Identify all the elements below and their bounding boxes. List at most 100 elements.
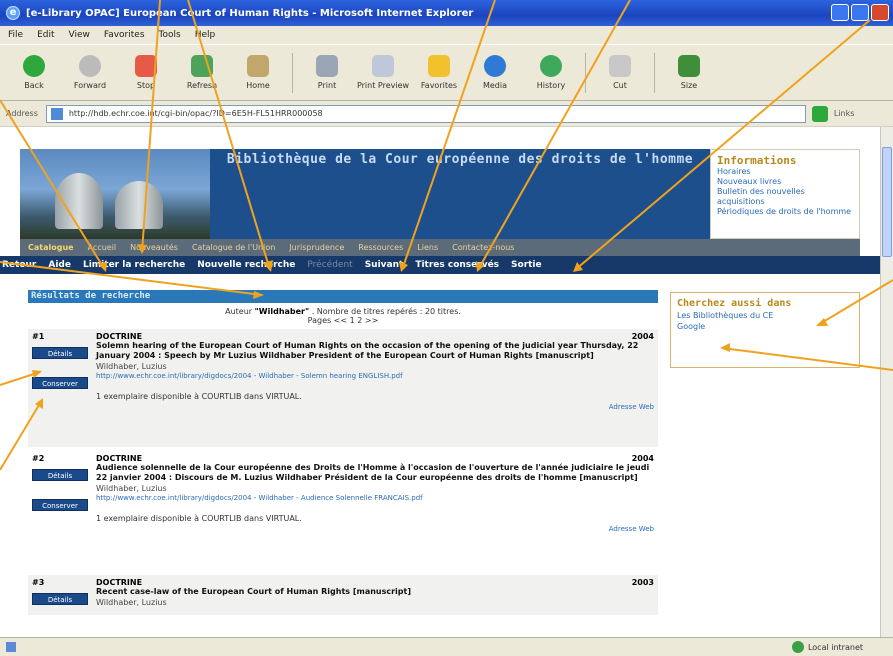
nav-contact[interactable]: Contactez-nous	[452, 243, 514, 252]
favorites-button[interactable]: Favorites	[411, 48, 467, 98]
refresh-button[interactable]: Refresh	[174, 48, 230, 98]
home-label: Home	[246, 81, 270, 90]
results-heading: Résultats de recherche	[28, 290, 658, 303]
address-input[interactable]: http://hdb.echr.coe.int/cgi-bin/opac/?ID…	[45, 104, 806, 123]
forward-arrow-icon	[79, 55, 101, 77]
summary-suffix: . Nombre de titres repérés : 20 titres.	[311, 307, 461, 316]
info-link-horaires[interactable]: Horaires	[717, 167, 853, 177]
summary-prefix: Auteur	[225, 307, 253, 316]
details-button[interactable]: Détails	[32, 347, 88, 359]
nav-precedent[interactable]: Précédent	[307, 260, 352, 270]
home-button[interactable]: Home	[230, 48, 286, 98]
record-availability: 1 exemplaire disponible à COURTLIB dans …	[96, 392, 302, 401]
nav-sortie[interactable]: Sortie	[511, 260, 542, 270]
tower-shape	[115, 181, 163, 229]
address-label: Address	[6, 109, 38, 118]
result-record: #2 DOCTRINE 2004 Détails Conserver Audie…	[28, 451, 658, 571]
record-year: 2004	[631, 332, 654, 341]
menu-help[interactable]: Help	[195, 30, 216, 40]
nav-ressources[interactable]: Ressources	[358, 243, 403, 252]
nav-limiter[interactable]: Limiter la recherche	[83, 260, 185, 270]
result-record: #1 DOCTRINE 2004 Détails Conserver Solem…	[28, 329, 658, 447]
size-button[interactable]: Size	[661, 48, 717, 98]
maximize-button[interactable]	[851, 4, 869, 21]
nav-retour[interactable]: Retour	[2, 260, 36, 270]
print-preview-button[interactable]: Print Preview	[355, 48, 411, 98]
text-size-icon	[678, 55, 700, 77]
security-zone: Local intranet	[791, 641, 863, 653]
forward-button[interactable]: Forward	[62, 48, 118, 98]
media-button[interactable]: Media	[467, 48, 523, 98]
coe-libraries-link[interactable]: Les Bibliothèques du CE	[677, 311, 853, 320]
record-url-link[interactable]: http://www.echr.coe.int/library/digdocs/…	[96, 494, 654, 502]
nav-union-catalogue[interactable]: Catalogue de l'Union	[192, 243, 275, 252]
nav-titres-conserves[interactable]: Titres conservés	[415, 260, 499, 270]
details-button[interactable]: Détails	[32, 593, 88, 605]
record-year: 2004	[631, 454, 654, 463]
info-link-bulletin[interactable]: Bulletin des nouvelles acquisitions	[717, 187, 853, 207]
web-address-link[interactable]: Adresse Web	[96, 403, 654, 411]
minimize-button[interactable]	[831, 4, 849, 21]
links-label[interactable]: Links	[834, 109, 855, 118]
stop-label: Stop	[136, 81, 156, 90]
primary-nav: Catalogue Accueil Nouveautés Catalogue d…	[20, 239, 860, 256]
tower-shape	[55, 173, 103, 229]
nav-accueil[interactable]: Accueil	[88, 243, 117, 252]
nav-liens[interactable]: Liens	[417, 243, 438, 252]
record-title[interactable]: Audience solennelle de la Cour européenn…	[96, 463, 654, 483]
back-label: Back	[24, 81, 44, 90]
record-type: DOCTRINE	[96, 454, 143, 463]
stop-icon	[135, 55, 157, 77]
cut-button[interactable]: Cut	[592, 48, 648, 98]
print-button[interactable]: Print	[299, 48, 355, 98]
record-year: 2003	[631, 578, 654, 587]
conserver-button[interactable]: Conserver	[32, 377, 88, 389]
record-title[interactable]: Solemn hearing of the European Court of …	[96, 341, 654, 361]
print-preview-label: Print Preview	[356, 81, 410, 90]
google-link[interactable]: Google	[677, 322, 853, 331]
print-preview-icon	[372, 55, 394, 77]
menu-edit[interactable]: Edit	[37, 30, 54, 40]
history-icon	[540, 55, 562, 77]
cut-label: Cut	[613, 81, 627, 90]
stop-button[interactable]: Stop	[118, 48, 174, 98]
record-url-link[interactable]: http://www.echr.coe.int/library/digdocs/…	[96, 372, 654, 380]
info-link-new-books[interactable]: Nouveaux livres	[717, 177, 853, 187]
summary-query: "Wildhaber"	[254, 307, 310, 316]
nav-suivant[interactable]: Suivant	[365, 260, 404, 270]
nav-nouvelle-recherche[interactable]: Nouvelle recherche	[197, 260, 295, 270]
web-address-link[interactable]: Adresse Web	[96, 525, 654, 533]
site-title: Bibliothèque de la Cour européenne des d…	[226, 152, 694, 167]
menu-bar: File Edit View Favorites Tools Help	[0, 26, 893, 44]
zone-label: Local intranet	[807, 642, 863, 652]
back-button[interactable]: Back	[6, 48, 62, 98]
menu-favorites[interactable]: Favorites	[104, 30, 145, 40]
back-arrow-icon	[23, 55, 45, 77]
results-summary: Auteur "Wildhaber" . Nombre de titres re…	[28, 307, 658, 316]
nav-jurisprudence[interactable]: Jurisprudence	[289, 243, 344, 252]
nav-aide[interactable]: Aide	[48, 260, 71, 270]
home-icon	[247, 55, 269, 77]
browser-toolbar: Back Forward Stop Refresh Home Print Pri…	[0, 44, 893, 100]
record-author: Wildhaber, Luzius	[96, 484, 167, 493]
scrollbar-thumb[interactable]	[882, 147, 892, 257]
vertical-scrollbar[interactable]	[880, 127, 893, 637]
history-button[interactable]: History	[523, 48, 579, 98]
nav-catalogue[interactable]: Catalogue	[28, 243, 74, 252]
close-button[interactable]	[871, 4, 889, 21]
record-availability: 1 exemplaire disponible à COURTLIB dans …	[96, 514, 302, 523]
info-link-periodicals[interactable]: Périodiques de droits de l'homme	[717, 207, 853, 217]
details-button[interactable]: Détails	[32, 469, 88, 481]
search-nav: Retour Aide Limiter la recherche Nouvell…	[0, 256, 880, 274]
record-type: DOCTRINE	[96, 578, 143, 587]
pagination[interactable]: Pages << 1 2 >>	[28, 316, 658, 325]
page-viewport: Bibliothèque de la Cour européenne des d…	[0, 127, 880, 637]
menu-tools[interactable]: Tools	[159, 30, 181, 40]
window-titlebar: e [e-Library OPAC] European Court of Hum…	[0, 0, 893, 26]
menu-file[interactable]: File	[8, 30, 23, 40]
nav-nouveautes[interactable]: Nouveautés	[130, 243, 178, 252]
conserver-button[interactable]: Conserver	[32, 499, 88, 511]
menu-view[interactable]: View	[69, 30, 90, 40]
go-button[interactable]	[811, 105, 828, 122]
record-title[interactable]: Recent case-law of the European Court of…	[96, 587, 654, 597]
